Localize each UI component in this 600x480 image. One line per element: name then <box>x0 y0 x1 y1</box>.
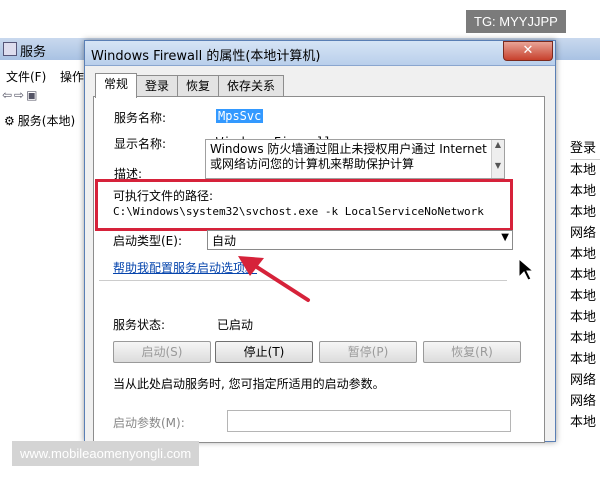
startup-type-label: 启动类型(E): <box>113 234 182 248</box>
menu-action[interactable]: 操作 <box>60 68 84 85</box>
nav-back-forward-icon[interactable]: ⇦⇨▣ <box>2 88 39 102</box>
stop-button[interactable]: 停止(T) <box>215 341 313 363</box>
list-item[interactable]: 本地 <box>570 202 600 223</box>
dialog-title: Windows Firewall 的属性(本地计算机) <box>91 49 321 64</box>
services-tree-pane: ⚙ 服务(本地) <box>0 110 87 440</box>
close-icon: ✕ <box>522 43 534 58</box>
services-toolbar[interactable]: ⇦⇨▣ <box>0 86 90 106</box>
tab-strip: 常规 登录 恢复 依存关系 <box>95 73 285 98</box>
scroll-up-icon[interactable]: ▲ <box>492 140 504 149</box>
list-item[interactable]: 本地 <box>570 349 600 370</box>
start-button[interactable]: 启动(S) <box>113 341 211 363</box>
annotation-arrow-icon <box>238 256 310 302</box>
start-params-hint: 当从此处启动服务时, 您可指定所适用的启动参数。 <box>113 377 385 391</box>
tree-item-services-local[interactable]: ⚙ 服务(本地) <box>4 112 75 129</box>
list-item[interactable]: 网络 <box>570 391 600 412</box>
list-item[interactable]: 本地 <box>570 265 600 286</box>
list-item[interactable]: 本地 <box>570 244 600 265</box>
path-value: C:\Windows\system32\svchost.exe -k Local… <box>113 205 484 218</box>
list-item[interactable]: 网络 <box>570 370 600 391</box>
gear-icon: ⚙ <box>4 113 15 128</box>
watermark-top: TG: MYYJJPP <box>466 10 566 33</box>
scroll-down-icon[interactable]: ▼ <box>492 161 504 170</box>
tab-general[interactable]: 常规 <box>95 73 138 98</box>
list-item[interactable]: 本地 <box>570 181 600 202</box>
service-name-value: MpsSvc <box>216 109 264 123</box>
watermark-bottom: www.mobileaomenyongli.com <box>12 441 200 466</box>
resume-button[interactable]: 恢复(R) <box>423 341 521 363</box>
display-name-label: 显示名称: <box>114 137 167 151</box>
list-item[interactable]: 网络 <box>570 223 600 244</box>
properties-dialog: Windows Firewall 的属性(本地计算机) ✕ 常规 登录 恢复 依… <box>84 40 556 443</box>
menu-file[interactable]: 文件(F) <box>6 68 46 85</box>
list-item[interactable]: 本地 <box>570 328 600 349</box>
services-app-icon <box>3 42 17 56</box>
service-name-label: 服务名称: <box>114 111 167 125</box>
tab-recovery[interactable]: 恢复 <box>177 75 220 97</box>
tab-logon[interactable]: 登录 <box>136 75 179 97</box>
list-item[interactable]: 本地 <box>570 307 600 328</box>
chevron-down-icon[interactable]: ▼ <box>501 232 509 243</box>
tab-dependencies[interactable]: 依存关系 <box>218 75 285 97</box>
list-item[interactable]: 本地 <box>570 160 600 181</box>
list-item[interactable]: 本地 <box>570 412 600 433</box>
services-list: 登录 本地 本地 本地 网络 本地 本地 本地 本地 本地 本地 网络 网络 本… <box>570 138 600 433</box>
mouse-cursor-icon <box>518 258 534 281</box>
path-label: 可执行文件的路径: <box>113 189 214 203</box>
pause-button[interactable]: 暂停(P) <box>319 341 417 363</box>
description-scrollbar[interactable]: ▲ ▼ <box>491 140 504 178</box>
description-textbox[interactable]: Windows 防火墙通过阻止未授权用户通过 Internet 或网络访问您的计… <box>205 139 505 179</box>
description-value: Windows 防火墙通过阻止未授权用户通过 Internet 或网络访问您的计… <box>210 142 487 171</box>
service-status-value: 已启动 <box>217 318 254 332</box>
start-params-input[interactable] <box>227 410 511 432</box>
services-menubar: 文件(F) 操作 <box>0 66 90 86</box>
dialog-titlebar[interactable]: Windows Firewall 的属性(本地计算机) ✕ <box>85 41 555 66</box>
list-item[interactable]: 本地 <box>570 286 600 307</box>
startup-type-select[interactable]: 自动 ▼ <box>207 230 513 250</box>
tree-item-label: 服务(本地) <box>17 114 76 128</box>
close-button[interactable]: ✕ <box>503 41 553 61</box>
start-params-label: 启动参数(M): <box>113 416 185 430</box>
service-status-label: 服务状态: <box>113 318 166 332</box>
column-header-logon[interactable]: 登录 <box>570 138 600 160</box>
startup-type-value: 自动 <box>212 234 237 248</box>
services-window-title: 服务 <box>20 45 47 60</box>
